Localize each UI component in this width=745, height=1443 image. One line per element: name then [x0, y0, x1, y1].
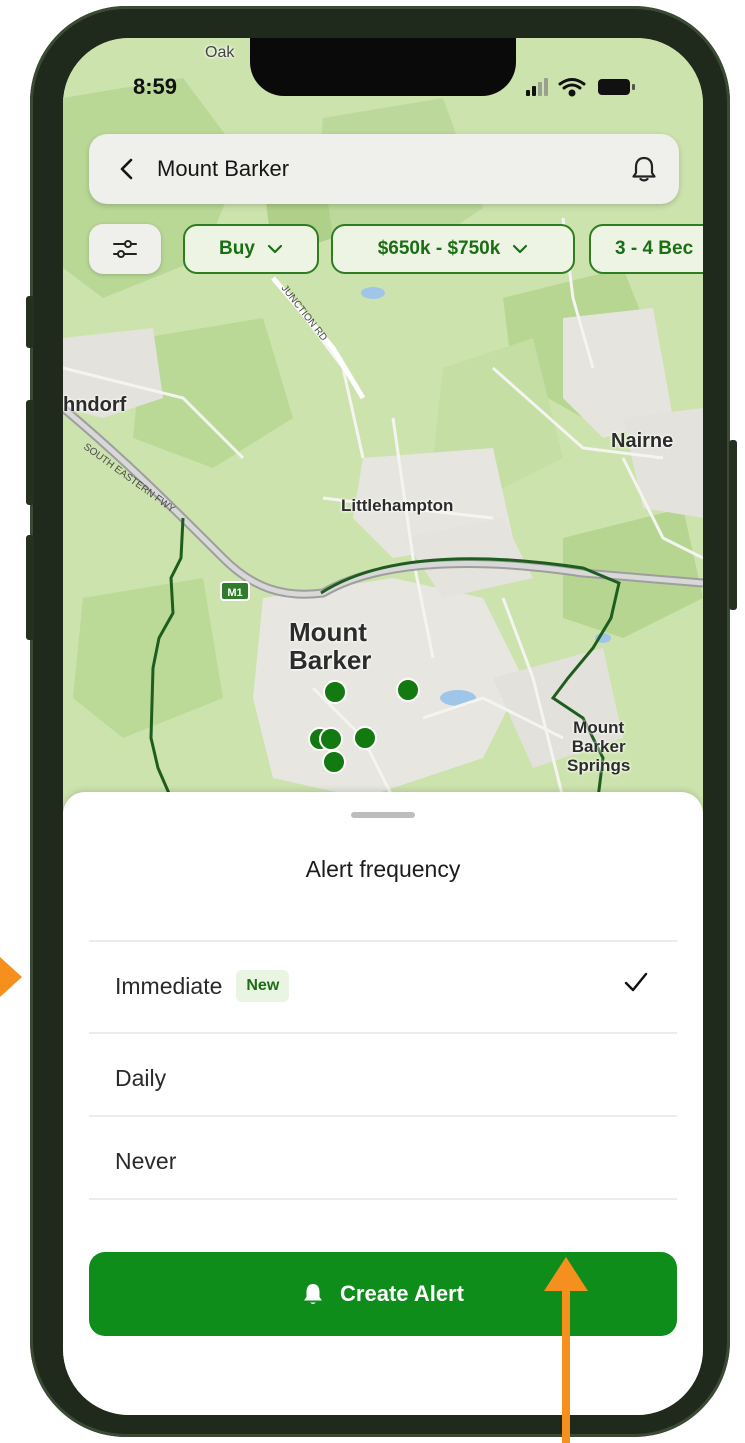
chevron-down-icon	[513, 244, 528, 254]
dynamic-island	[250, 38, 516, 96]
map-label-mbs-line3: Springs	[567, 756, 631, 775]
chip-buy-label: Buy	[219, 238, 255, 259]
listing-marker[interactable]	[322, 750, 346, 774]
signal-icon	[526, 78, 548, 96]
listing-marker[interactable]	[319, 727, 343, 751]
option-immediate-label: Immediate	[115, 972, 223, 999]
battery-icon	[598, 79, 635, 95]
volume-up-button	[26, 400, 34, 505]
chevron-down-icon	[267, 244, 283, 254]
checkmark-icon	[624, 972, 648, 992]
search-query[interactable]: Mount Barker	[157, 156, 609, 182]
search-bar[interactable]: Mount Barker	[89, 134, 679, 204]
map-label-littlehampton: Littlehampton	[341, 496, 454, 515]
new-badge: New	[236, 970, 290, 1002]
map-label-mbs-line2: Barker	[571, 737, 626, 756]
volume-down-button	[26, 535, 34, 640]
status-time: 8:59	[133, 74, 178, 99]
map-label-mount-barker: Mount Barker	[289, 618, 371, 674]
listing-marker[interactable]	[396, 678, 420, 702]
annotation-arrow-left	[0, 957, 22, 997]
listing-marker[interactable]	[323, 680, 347, 704]
chip-price-label: $650k - $750k	[377, 238, 501, 259]
chip-bedrooms[interactable]: 3 - 4 Bec	[589, 224, 703, 274]
map-label-hahndorf: hndorf	[63, 394, 127, 416]
alert-bell-button[interactable]	[609, 134, 679, 204]
alert-frequency-sheet: Alert frequency Immediate New Daily Neve…	[63, 792, 703, 1415]
map-label-oakbank: Oak	[205, 44, 235, 61]
sheet-drag-handle[interactable]	[351, 812, 415, 818]
bell-filled-icon	[304, 1284, 323, 1304]
map-label-mount-barker-line1: Mount	[289, 617, 367, 647]
map-label-nairne: Nairne	[611, 430, 674, 452]
option-immediate[interactable]: Immediate New	[89, 941, 677, 1031]
bell-icon	[632, 156, 656, 182]
chevron-left-icon	[120, 158, 133, 180]
option-never[interactable]: Never	[89, 1116, 677, 1206]
power-button	[729, 440, 737, 610]
option-daily-label: Daily	[115, 1064, 167, 1091]
divider	[89, 1198, 677, 1200]
sheet-title: Alert frequency	[305, 856, 461, 882]
create-alert-label: Create Alert	[340, 1281, 464, 1306]
option-daily[interactable]: Daily	[89, 1033, 677, 1123]
m1-shield-label: M1	[227, 587, 242, 599]
chip-bedrooms-label: 3 - 4 Bec	[615, 238, 694, 259]
sliders-icon	[113, 240, 137, 258]
option-never-label: Never	[115, 1147, 177, 1174]
filter-settings-button[interactable]	[89, 224, 161, 274]
map-label-mount-barker-springs: Mount Barker Springs	[567, 718, 630, 775]
chip-price-range[interactable]: $650k - $750k	[331, 224, 575, 274]
chip-buy[interactable]: Buy	[183, 224, 319, 274]
action-button	[26, 296, 34, 348]
phone-screen: M1 JUNCTION RD SOUTH EASTERN FWY Oak hnd…	[63, 38, 703, 1415]
filter-chips-row: Buy $650k - $750k 3 - 4 Bec	[89, 224, 703, 276]
map-label-mbs-line1: Mount	[573, 718, 625, 737]
listing-marker[interactable]	[353, 726, 377, 750]
status-icons	[526, 78, 635, 97]
map-label-mount-barker-line2: Barker	[289, 645, 372, 675]
wifi-icon	[558, 78, 586, 97]
back-button[interactable]	[97, 134, 157, 204]
annotation-arrow-up	[544, 1257, 588, 1443]
